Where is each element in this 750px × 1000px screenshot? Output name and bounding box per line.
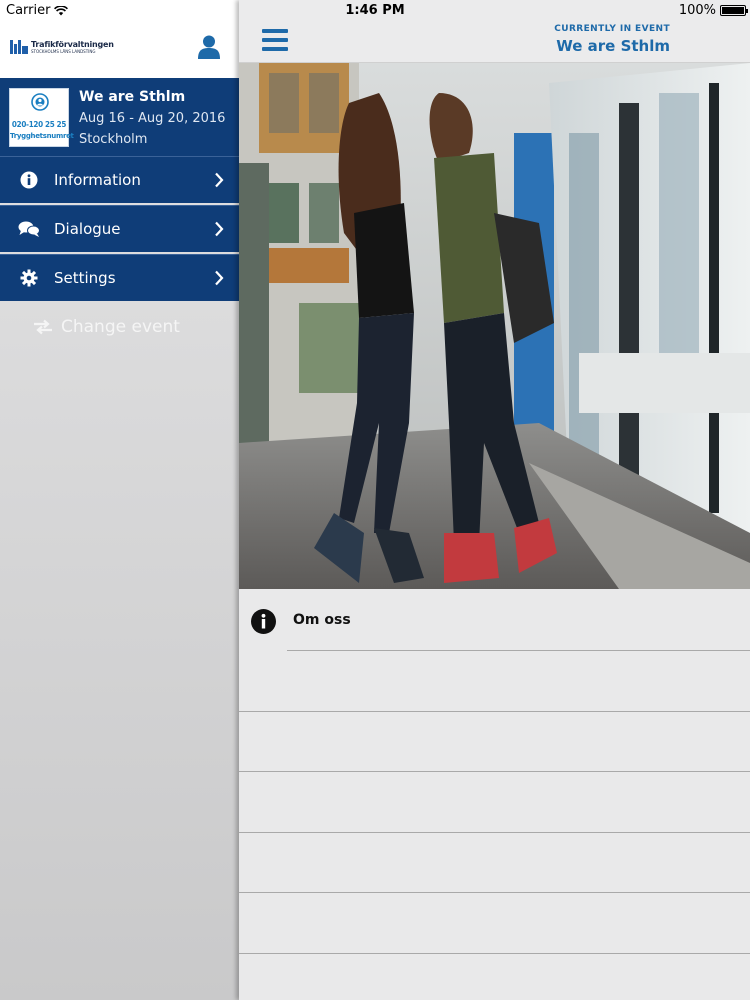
logo-mark-icon bbox=[10, 40, 28, 54]
menu-toggle-icon[interactable] bbox=[262, 29, 288, 51]
content-list: Om oss bbox=[239, 589, 750, 954]
battery-indicator: 100% bbox=[678, 3, 748, 18]
info-icon bbox=[251, 609, 276, 634]
sidebar-item-label: Dialogue bbox=[54, 220, 121, 238]
status-bar: Carrier 1:46 PM 100% bbox=[0, 0, 750, 20]
sidebar-item-settings[interactable]: Settings bbox=[0, 254, 239, 301]
thumb-phone: 020-120 25 25 bbox=[11, 120, 67, 129]
list-item bbox=[239, 772, 750, 833]
sidebar-item-dialogue[interactable]: Dialogue bbox=[0, 205, 239, 252]
current-event-name: We are Sthlm bbox=[556, 37, 670, 55]
chevron-right-icon bbox=[215, 270, 224, 286]
list-item bbox=[239, 651, 750, 712]
current-event-caption: CURRENTLY IN EVENT bbox=[554, 24, 670, 34]
logo-subtitle: STOCKHOLMS LÄNS LANDSTING bbox=[31, 48, 96, 54]
list-item-label: Om oss bbox=[293, 612, 351, 628]
clock: 1:46 PM bbox=[345, 3, 405, 18]
info-icon bbox=[20, 171, 38, 189]
change-event-label: Change event bbox=[61, 317, 180, 337]
chevron-right-icon bbox=[215, 221, 224, 237]
logo-name: Trafikförvaltningen bbox=[31, 39, 114, 49]
sidebar-item-label: Information bbox=[54, 171, 141, 189]
sidebar-item-information[interactable]: Information bbox=[0, 156, 239, 203]
event-title: We are Sthlm bbox=[79, 89, 186, 105]
user-profile-icon[interactable] bbox=[198, 35, 220, 59]
event-dates: Aug 16 - Aug 20, 2016 bbox=[79, 111, 226, 126]
event-hero-image bbox=[239, 63, 750, 589]
brand-logo: Trafikförvaltningen STOCKHOLMS LÄNS LAND… bbox=[10, 40, 114, 54]
battery-percent: 100% bbox=[678, 3, 716, 18]
battery-icon bbox=[720, 5, 748, 16]
thumb-label: Trygghetsnumret bbox=[10, 132, 74, 140]
list-item bbox=[239, 712, 750, 772]
list-item bbox=[239, 833, 750, 893]
sidebar: Trafikförvaltningen STOCKHOLMS LÄNS LAND… bbox=[0, 0, 239, 1000]
main-panel: CURRENTLY IN EVENT We are Sthlm Om oss bbox=[239, 0, 750, 1000]
event-thumbnail: 020-120 25 25 Trygghetsnumret bbox=[9, 88, 74, 147]
chat-bubbles-icon bbox=[18, 221, 40, 237]
list-item-om-oss[interactable]: Om oss bbox=[239, 589, 750, 651]
sidebar-item-label: Settings bbox=[54, 269, 116, 287]
safety-logo-icon bbox=[31, 93, 49, 111]
list-item bbox=[239, 893, 750, 954]
chevron-right-icon bbox=[215, 172, 224, 188]
event-city: Stockholm bbox=[79, 132, 148, 147]
change-event-button[interactable]: Change event bbox=[33, 317, 180, 337]
gear-icon bbox=[20, 269, 38, 287]
swap-arrows-icon bbox=[34, 319, 52, 335]
